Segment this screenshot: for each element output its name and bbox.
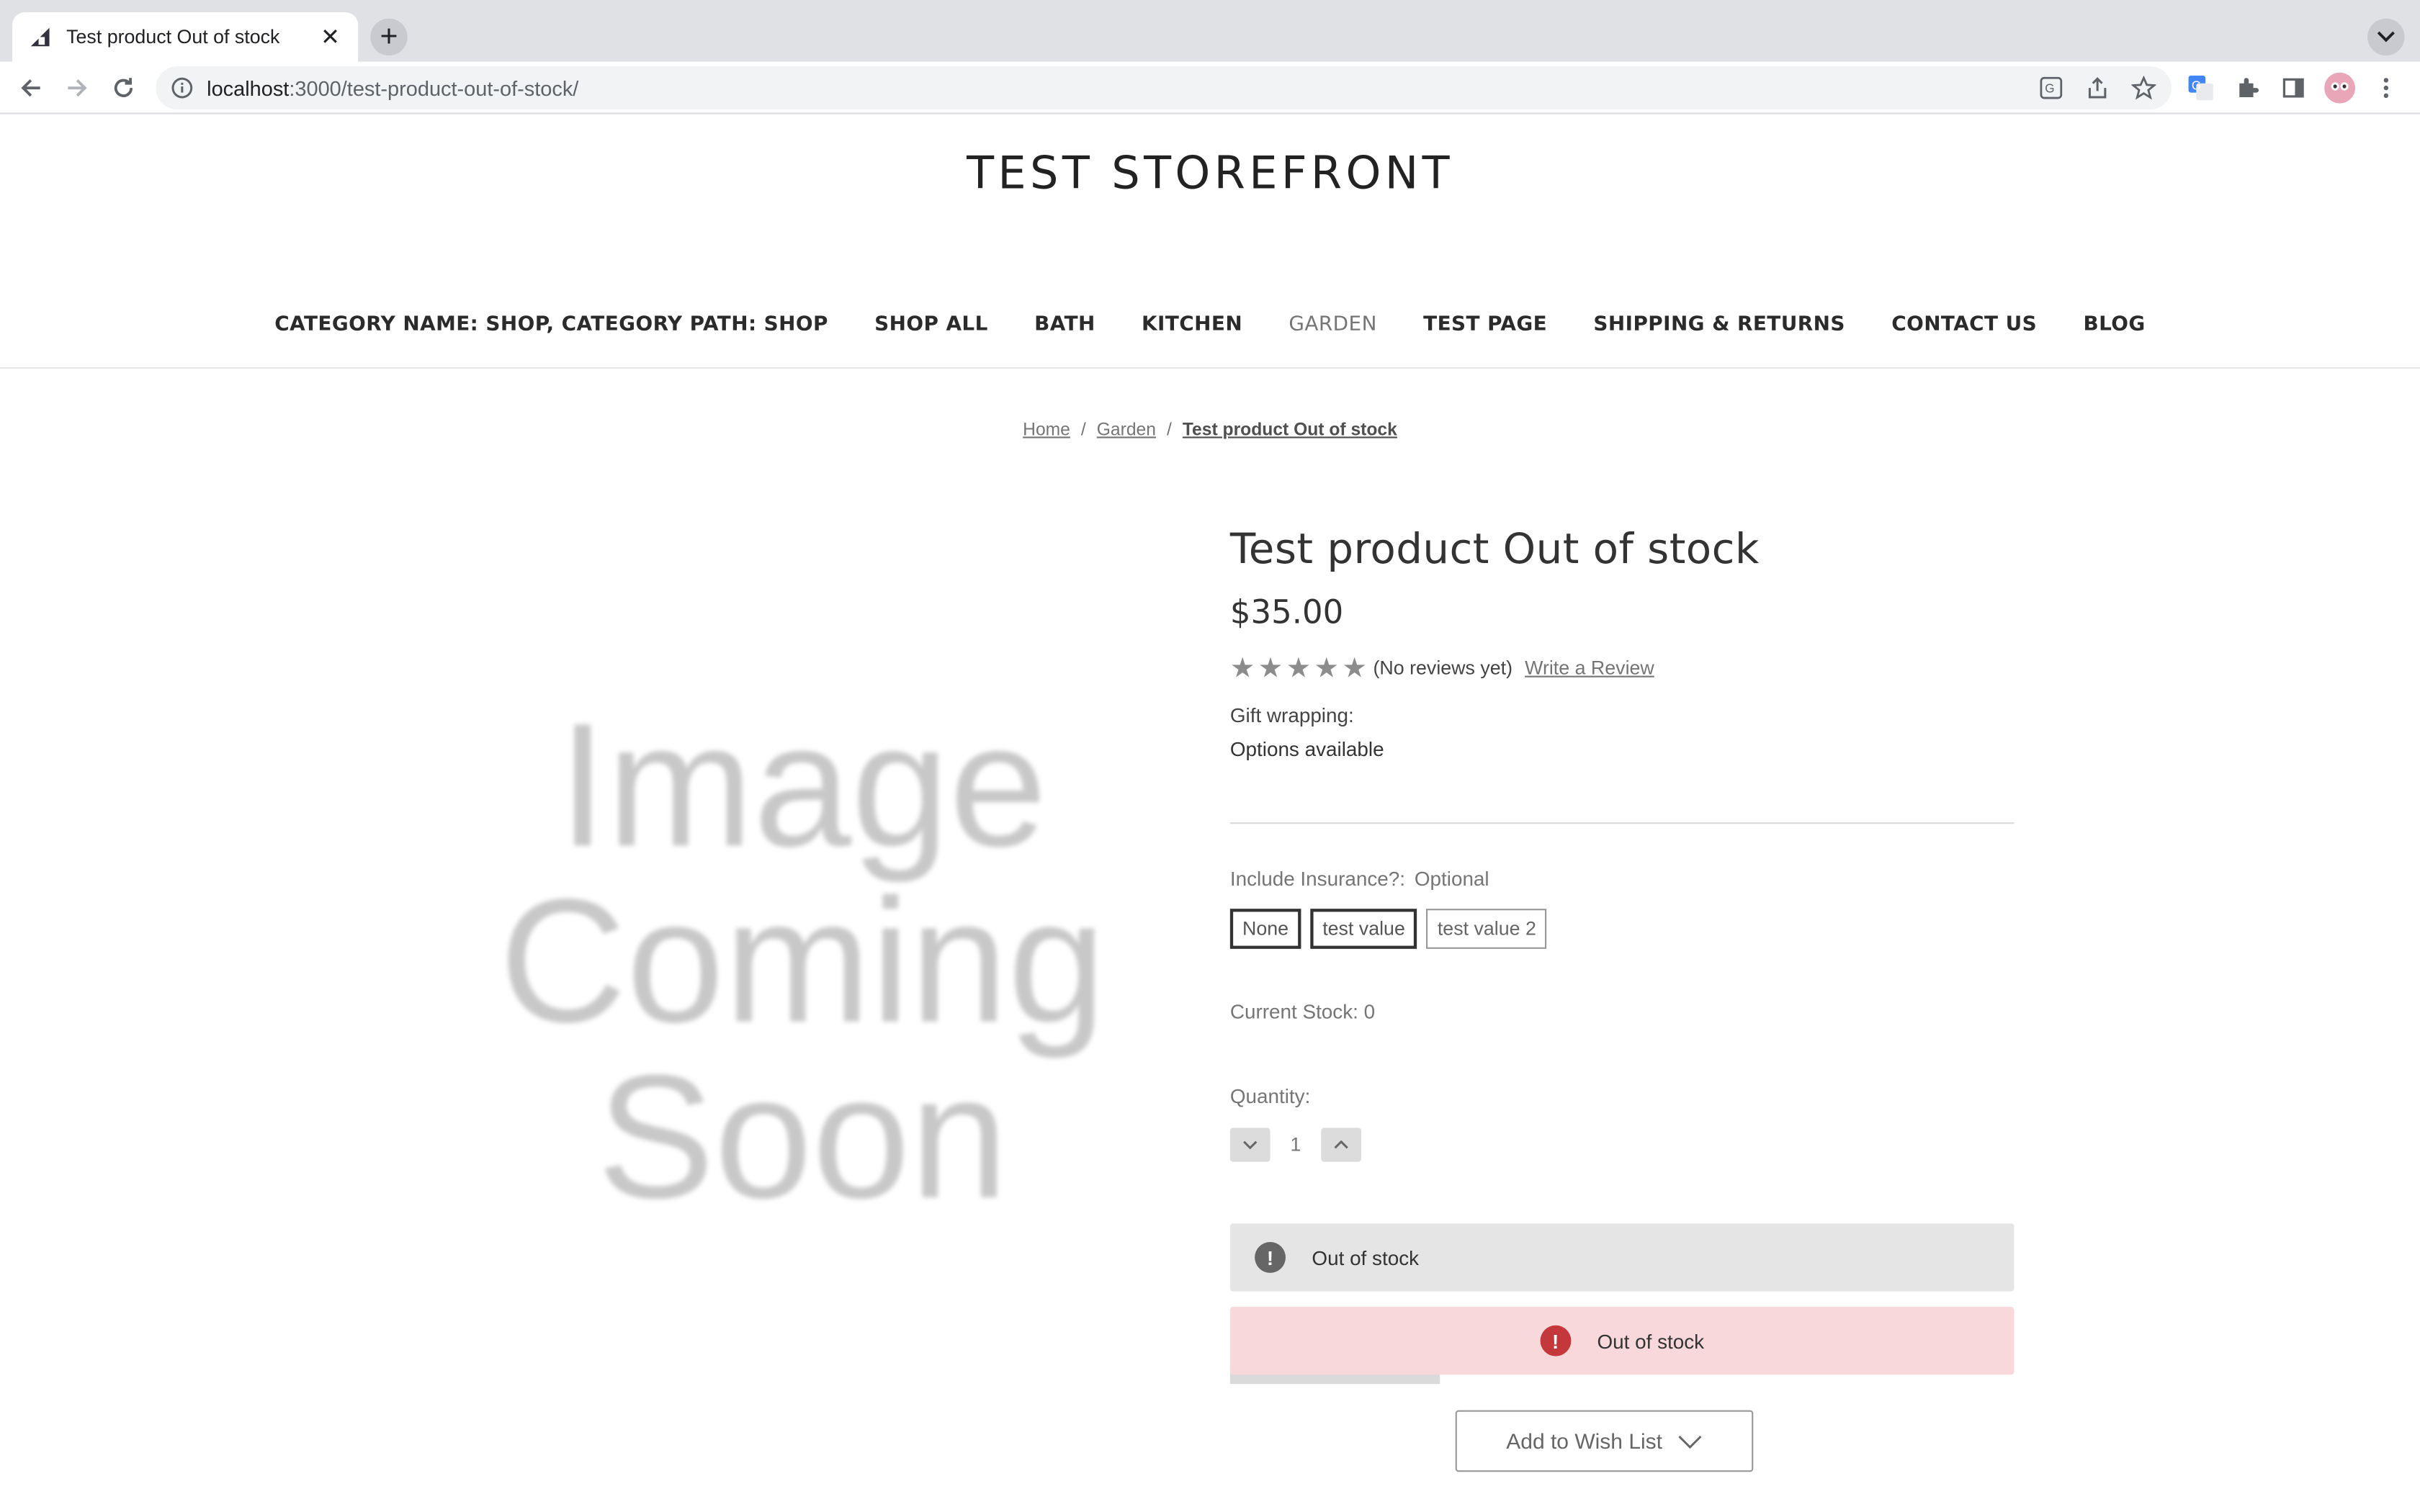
chevron-up-icon <box>1334 1140 1348 1149</box>
star-icon: ★ <box>1314 652 1340 684</box>
side-panel-icon[interactable] <box>2278 73 2309 104</box>
insurance-option-test-value-2[interactable]: test value 2 <box>1426 909 1547 949</box>
new-tab-button[interactable]: + <box>370 18 408 56</box>
alert-text: Out of stock <box>1312 1246 1420 1269</box>
back-icon[interactable] <box>12 69 49 106</box>
gift-wrapping-label: Gift wrapping: <box>1229 703 1354 727</box>
insurance-label: Include Insurance?: Optional <box>1230 867 2015 890</box>
tab-search-button[interactable] <box>2367 18 2405 56</box>
insurance-option-none[interactable]: None <box>1229 909 1301 949</box>
placeholder-line: Image <box>557 688 1047 884</box>
breadcrumb-current[interactable]: Test product Out of stock <box>1183 421 1397 440</box>
nav-item-contact-us[interactable]: CONTACT US <box>1891 313 2037 336</box>
product-details: Test product Out of stock $35.00 ★ ★ ★ ★… <box>1229 526 2015 1162</box>
star-icon: ★ <box>1258 652 1283 684</box>
breadcrumb-separator: / <box>1080 421 1086 440</box>
tab-title: Test product Out of stock <box>66 26 280 48</box>
breadcrumb-garden[interactable]: Garden <box>1097 421 1156 440</box>
alert-text: Out of stock <box>1597 1329 1705 1353</box>
extensions-icon[interactable] <box>2232 73 2263 104</box>
reviews-count: (No reviews yet) <box>1373 657 1512 679</box>
menu-icon[interactable] <box>2370 73 2401 104</box>
nav-item-bath[interactable]: BATH <box>1034 313 1095 336</box>
bigcommerce-favicon-icon <box>28 24 53 49</box>
address-bar[interactable]: localhost:3000/test-product-out-of-stock… <box>156 66 2172 110</box>
profile-avatar[interactable] <box>2324 72 2355 104</box>
chevron-down-icon <box>1678 1434 1702 1449</box>
write-review-link[interactable]: Write a Review <box>1525 657 1654 679</box>
quantity-stepper: 1 <box>1229 1128 2015 1162</box>
insurance-label-text: Include Insurance?: <box>1229 867 1406 891</box>
nav-divider <box>0 366 2420 369</box>
info-icon[interactable] <box>171 77 193 99</box>
nav-item-test-page[interactable]: TEST PAGE <box>1423 313 1547 336</box>
star-icon: ★ <box>1342 652 1367 684</box>
svg-text:G: G <box>2192 78 2201 92</box>
chevron-down-icon <box>1243 1140 1258 1150</box>
insurance-option-test-value[interactable]: test value <box>1310 909 1418 949</box>
quantity-input[interactable]: 1 <box>1270 1134 1322 1156</box>
breadcrumb-separator: / <box>1166 421 1172 440</box>
quantity-label: Quantity: <box>1229 1084 1311 1108</box>
placeholder-line: Soon <box>597 1040 1008 1236</box>
share-icon[interactable] <box>2082 73 2113 104</box>
insurance-options: None test value test value 2 <box>1229 909 2015 949</box>
url-text: localhost:3000/test-product-out-of-stock… <box>207 76 579 100</box>
star-icon: ★ <box>1229 652 1255 684</box>
translate-icon[interactable]: G <box>2035 73 2066 104</box>
forward-icon[interactable] <box>58 69 95 106</box>
star-icon: ★ <box>1286 652 1312 684</box>
nav-item-shop-category[interactable]: CATEGORY NAME: SHOP, CATEGORY PATH: SHOP <box>274 313 828 336</box>
rating-stars: ★ ★ ★ ★ ★ <box>1229 652 1367 684</box>
out-of-stock-info-alert: ! Out of stock <box>1229 1223 2015 1292</box>
bookmark-star-icon[interactable] <box>2128 73 2159 104</box>
current-stock: Current Stock: 0 <box>1229 999 1376 1023</box>
google-translate-icon[interactable]: G <box>2185 73 2216 104</box>
alert-error-icon: ! <box>1540 1325 1572 1356</box>
nav-item-garden[interactable]: GARDEN <box>1289 313 1376 336</box>
alert-exclamation-icon: ! <box>1255 1242 1286 1273</box>
nav-item-shipping-returns[interactable]: SHIPPING & RETURNS <box>1593 313 1845 336</box>
browser-tabstrip: Test product Out of stock ✕ + <box>0 0 2420 62</box>
placeholder-line: Coming <box>499 864 1106 1061</box>
nav-item-kitchen[interactable]: KITCHEN <box>1142 313 1242 336</box>
reload-icon[interactable] <box>105 69 142 106</box>
breadcrumb-home[interactable]: Home <box>1023 421 1070 440</box>
out-of-stock-error-alert: ! Out of stock <box>1229 1307 2015 1375</box>
product-price: $35.00 <box>1229 594 1344 631</box>
chevron-down-icon <box>2377 31 2395 42</box>
wishlist-label: Add to Wish List <box>1506 1428 1663 1454</box>
nav-item-blog[interactable]: BLOG <box>2083 313 2145 336</box>
add-to-wishlist-button[interactable]: Add to Wish List <box>1455 1410 1754 1472</box>
store-logo[interactable]: TEST STOREFRONT <box>0 147 2420 199</box>
breadcrumb: Home / Garden / Test product Out of stoc… <box>0 421 2420 440</box>
product-title: Test product Out of stock <box>1229 526 1760 575</box>
quantity-increase-button[interactable] <box>1321 1128 1361 1162</box>
svg-text:G: G <box>2045 81 2054 96</box>
page-content: TEST STOREFRONT CATEGORY NAME: SHOP, CAT… <box>0 115 2420 1512</box>
gift-wrapping-value: Options available <box>1229 737 1384 761</box>
main-navigation: CATEGORY NAME: SHOP, CATEGORY PATH: SHOP… <box>0 313 2420 336</box>
tab-close-icon[interactable]: ✕ <box>318 24 342 50</box>
details-divider <box>1229 822 2015 824</box>
quantity-decrease-button[interactable] <box>1229 1128 1270 1162</box>
browser-toolbar: localhost:3000/test-product-out-of-stock… <box>0 61 2420 114</box>
insurance-optional: Optional <box>1414 867 1489 891</box>
nav-item-shop-all[interactable]: SHOP ALL <box>874 313 988 336</box>
product-rating: ★ ★ ★ ★ ★ (No reviews yet) Write a Revie… <box>1229 652 2015 684</box>
browser-tab[interactable]: Test product Out of stock ✕ <box>12 12 359 62</box>
product-image-placeholder[interactable]: Image Coming Soon <box>463 688 1142 1236</box>
